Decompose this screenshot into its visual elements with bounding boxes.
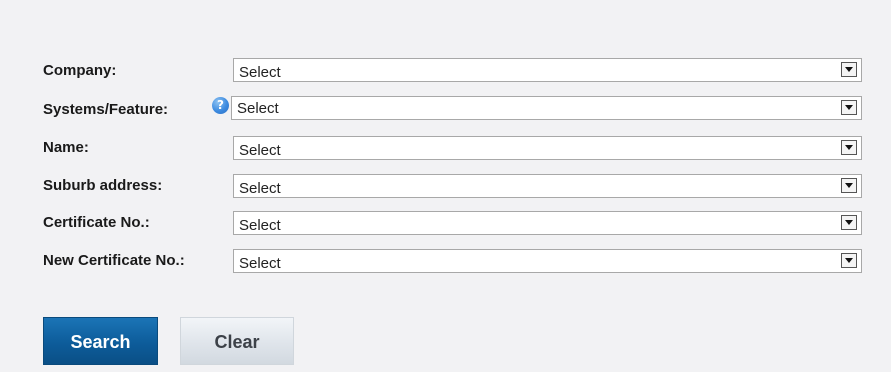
certificate-no-row: Certificate No.: Select <box>0 211 891 240</box>
company-select[interactable]: Select <box>233 58 862 82</box>
name-select-value: Select <box>239 142 281 159</box>
chevron-down-icon[interactable] <box>841 100 857 115</box>
systems-feature-row: Systems/Feature: ? Select <box>0 96 891 127</box>
new-certificate-no-select-value: Select <box>239 255 281 272</box>
clear-button[interactable]: Clear <box>180 317 294 365</box>
chevron-down-icon[interactable] <box>841 253 857 268</box>
certificate-no-select-value: Select <box>239 217 281 234</box>
systems-feature-label: Systems/Feature: <box>43 101 169 118</box>
suburb-address-select[interactable]: Select <box>233 174 862 198</box>
name-select[interactable]: Select <box>233 136 862 160</box>
company-row: Company: Select <box>0 58 891 88</box>
new-certificate-no-select[interactable]: Select <box>233 249 862 273</box>
name-row: Name: Select <box>0 136 891 165</box>
chevron-down-icon[interactable] <box>841 215 857 230</box>
company-label: Company: <box>43 62 117 79</box>
name-label: Name: <box>43 139 89 156</box>
systems-feature-select[interactable]: Select <box>231 96 862 120</box>
help-question-icon[interactable]: ? <box>212 97 229 114</box>
search-button[interactable]: Search <box>43 317 158 365</box>
new-certificate-no-row: New Certificate No.: Select <box>0 249 891 278</box>
suburb-address-select-value: Select <box>239 180 281 197</box>
chevron-down-icon[interactable] <box>841 62 857 77</box>
systems-feature-select-value: Select <box>237 100 279 117</box>
new-certificate-no-label: New Certificate No.: <box>43 252 185 269</box>
chevron-down-icon[interactable] <box>841 140 857 155</box>
suburb-address-row: Suburb address: Select <box>0 174 891 203</box>
chevron-down-icon[interactable] <box>841 178 857 193</box>
suburb-address-label: Suburb address: <box>43 177 163 194</box>
certificate-no-label: Certificate No.: <box>43 214 150 231</box>
company-select-value: Select <box>239 64 281 81</box>
certificate-no-select[interactable]: Select <box>233 211 862 235</box>
